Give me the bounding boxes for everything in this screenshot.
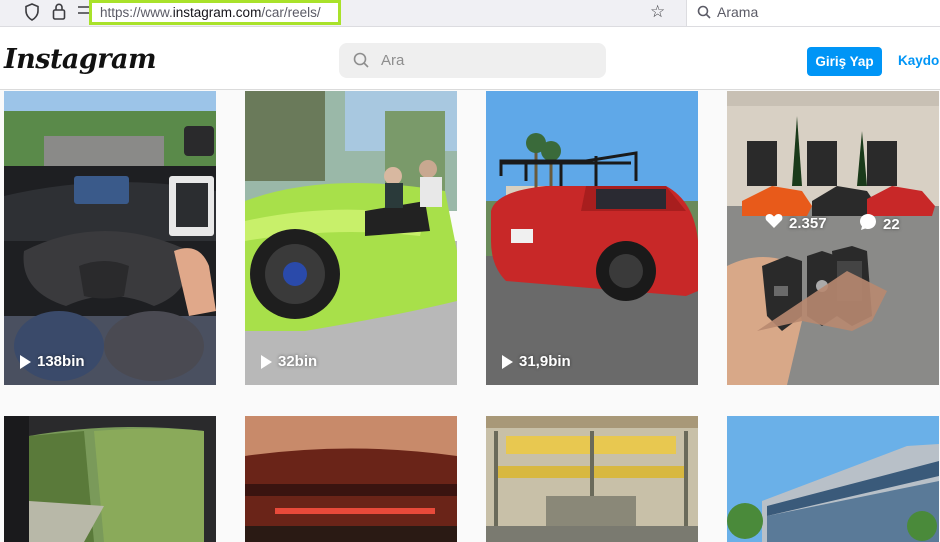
like-count: 2.357 (789, 214, 827, 232)
url-bar[interactable]: https://www.instagram.com/car/reels/ (89, 0, 341, 25)
search-placeholder: Ara (381, 52, 405, 69)
login-button[interactable]: Giriş Yap (807, 47, 882, 76)
reel-tile-4[interactable]: 2.357 22 (727, 91, 939, 385)
url-path: /car/reels/ (261, 5, 321, 20)
browser-search-placeholder: Arama (717, 4, 759, 20)
play-icon (502, 354, 513, 369)
browser-search-field[interactable]: Arama (686, 0, 940, 26)
view-count: 138bin (37, 353, 85, 370)
reel-tile-1[interactable]: 138bin (4, 91, 216, 385)
comment-bubble-icon (859, 213, 877, 235)
search-input[interactable]: Ara (339, 43, 606, 78)
reel-thumbnail (245, 91, 457, 385)
reel-thumbnail (4, 416, 216, 542)
play-icon (261, 354, 272, 369)
reel-thumbnail (727, 91, 939, 385)
heart-icon (765, 213, 783, 233)
instagram-logo[interactable]: Instagram (4, 44, 157, 75)
reel-likes-4: 2.357 (765, 213, 827, 233)
reel-views-3: 31,9bin (502, 353, 571, 370)
reel-tile-7[interactable] (486, 416, 698, 542)
bookmark-star-icon[interactable]: ☆ (650, 2, 665, 22)
reel-thumbnail (727, 416, 939, 542)
reel-comments-4: 22 (859, 213, 900, 235)
shield-icon[interactable] (22, 3, 42, 23)
search-icon (353, 43, 369, 91)
url-domain: instagram.com (172, 5, 262, 20)
reel-views-2: 32bin (261, 353, 317, 370)
reel-thumbnail (486, 416, 698, 542)
reel-tile-3[interactable]: 31,9bin (486, 91, 698, 385)
reel-tile-8[interactable] (727, 416, 939, 542)
view-count: 31,9bin (519, 353, 571, 370)
reel-thumbnail (486, 91, 698, 385)
lock-icon[interactable] (49, 3, 69, 23)
instagram-header: Instagram Ara Giriş Yap Kaydol (0, 27, 940, 90)
comment-count: 22 (883, 215, 900, 233)
reel-tile-6[interactable] (245, 416, 457, 542)
url-prefix: https://www. (100, 5, 173, 20)
reel-views-1: 138bin (20, 353, 85, 370)
reel-thumbnail (245, 416, 457, 542)
view-count: 32bin (278, 353, 318, 370)
reel-tile-2[interactable]: 32bin (245, 91, 457, 385)
reel-thumbnail (4, 91, 216, 385)
signup-link[interactable]: Kaydol (898, 53, 940, 68)
browser-toolbar: https://www.instagram.com/car/reels/ ☆ A… (0, 0, 940, 27)
reel-tile-5[interactable] (4, 416, 216, 542)
play-icon (20, 354, 31, 369)
